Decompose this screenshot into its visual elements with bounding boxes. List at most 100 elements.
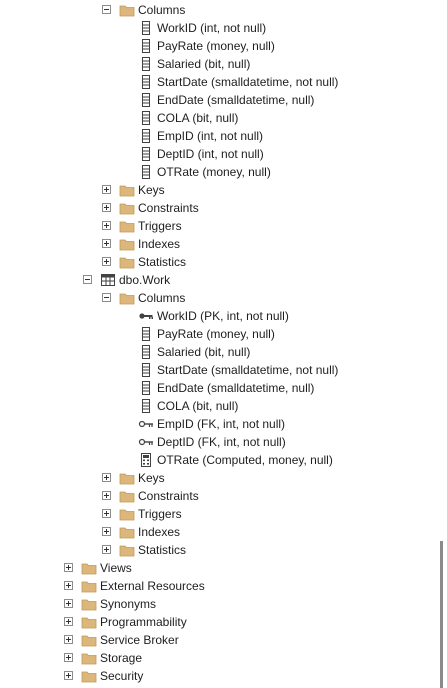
tree-node[interactable]: PayRate (money, null) [0,37,438,55]
tree-node-label: External Resources [100,579,205,593]
tree-node[interactable]: Views [0,559,438,577]
folder-icon [119,218,135,234]
collapse-icon[interactable] [102,5,111,14]
tree-node-label: Indexes [138,237,181,251]
folder-icon [81,578,97,594]
tree-node-label: Salaried (bit, null) [157,57,251,71]
tree-node[interactable]: Salaried (bit, null) [0,55,438,73]
folder-icon [119,506,135,522]
folder-icon [81,632,97,648]
scrollbar-thumb[interactable] [440,541,443,688]
column-icon [138,146,154,162]
tree-node[interactable]: Constraints [0,487,438,505]
tree-node[interactable]: WorkID (PK, int, not null) [0,307,438,325]
tree-node[interactable]: Triggers [0,217,438,235]
tree-node[interactable]: StartDate (smalldatetime, not null) [0,73,438,91]
expand-icon[interactable] [64,581,73,590]
expand-icon[interactable] [64,635,73,644]
expand-icon[interactable] [102,203,111,212]
tree-node[interactable]: COLA (bit, null) [0,397,438,415]
folder-icon [119,236,135,252]
expand-icon[interactable] [102,221,111,230]
tree-node[interactable]: Statistics [0,541,438,559]
tree-node[interactable]: StartDate (smalldatetime, not null) [0,361,438,379]
tree-node-label: OTRate (Computed, money, null) [157,453,333,467]
folder-icon [119,470,135,486]
expand-icon[interactable] [102,491,111,500]
tree-node-label: Columns [138,3,186,17]
tree-node-label: Views [100,561,132,575]
column-icon [138,110,154,126]
column-icon [138,326,154,342]
folder-icon [119,488,135,504]
tree-node-label: EndDate (smalldatetime, null) [157,93,315,107]
tree-node-label: Triggers [138,219,182,233]
tree-node[interactable]: COLA (bit, null) [0,109,438,127]
tree-node-label: StartDate (smalldatetime, not null) [157,75,339,89]
tree-node[interactable]: EndDate (smalldatetime, null) [0,91,438,109]
collapse-icon[interactable] [83,275,92,284]
tree-node-label: Salaried (bit, null) [157,345,251,359]
tree-node-label: StartDate (smalldatetime, not null) [157,363,339,377]
expand-icon[interactable] [102,257,111,266]
tree-node[interactable]: External Resources [0,577,438,595]
computed-column-icon [138,452,154,468]
expand-icon[interactable] [102,239,111,248]
folder-icon [81,614,97,630]
tree-node[interactable]: Keys [0,181,438,199]
tree-node[interactable]: Security [0,667,438,685]
tree-node-label: EmpID (FK, int, not null) [157,417,286,431]
tree-node-label: Security [100,669,144,683]
tree-node[interactable]: EmpID (int, not null) [0,127,438,145]
tree-node[interactable]: Statistics [0,253,438,271]
expand-icon[interactable] [102,545,111,554]
column-icon [138,362,154,378]
column-icon [138,128,154,144]
tree-node[interactable]: PayRate (money, null) [0,325,438,343]
column-icon [138,20,154,36]
tree-node[interactable]: dbo.Work [0,271,438,289]
tree-node[interactable]: Service Broker [0,631,438,649]
expand-icon[interactable] [64,671,73,680]
tree-node[interactable]: EndDate (smalldatetime, null) [0,379,438,397]
tree-node-label: DeptID (int, not null) [157,147,264,161]
tree-node[interactable]: Keys [0,469,438,487]
tree-node[interactable]: DeptID (int, not null) [0,145,438,163]
expand-icon[interactable] [102,185,111,194]
tree-node-label: Columns [138,291,186,305]
tree-node-label: COLA (bit, null) [157,399,239,413]
tree-node[interactable]: Synonyms [0,595,438,613]
tree-node[interactable]: OTRate (money, null) [0,163,438,181]
tree-node-label: Statistics [138,543,187,557]
tree-node-label: OTRate (money, null) [157,165,271,179]
expand-icon[interactable] [102,473,111,482]
expand-icon[interactable] [64,599,73,608]
expand-icon[interactable] [64,563,73,572]
column-icon [138,38,154,54]
tree-node[interactable]: DeptID (FK, int, not null) [0,433,438,451]
foreign-key-icon [138,434,154,450]
expand-icon[interactable] [102,509,111,518]
tree-node[interactable]: Triggers [0,505,438,523]
tree-node-label: Constraints [138,489,199,503]
tree-node[interactable]: Programmability [0,613,438,631]
tree-node[interactable]: Constraints [0,199,438,217]
folder-icon [119,182,135,198]
tree-node[interactable]: Salaried (bit, null) [0,343,438,361]
tree-node[interactable]: Columns [0,289,438,307]
tree-node[interactable]: Columns [0,1,438,19]
folder-icon [81,650,97,666]
expand-icon[interactable] [102,527,111,536]
expand-icon[interactable] [64,617,73,626]
tree-node[interactable]: Storage [0,649,438,667]
column-icon [138,164,154,180]
tree-node[interactable]: EmpID (FK, int, not null) [0,415,438,433]
tree-node[interactable]: Indexes [0,235,438,253]
tree-node[interactable]: WorkID (int, not null) [0,19,438,37]
tree-node[interactable]: Indexes [0,523,438,541]
tree-node[interactable]: OTRate (Computed, money, null) [0,451,438,469]
collapse-icon[interactable] [102,293,111,302]
expand-icon[interactable] [64,653,73,662]
tree-node-label: PayRate (money, null) [157,327,275,341]
tree-node-label: Programmability [100,615,187,629]
